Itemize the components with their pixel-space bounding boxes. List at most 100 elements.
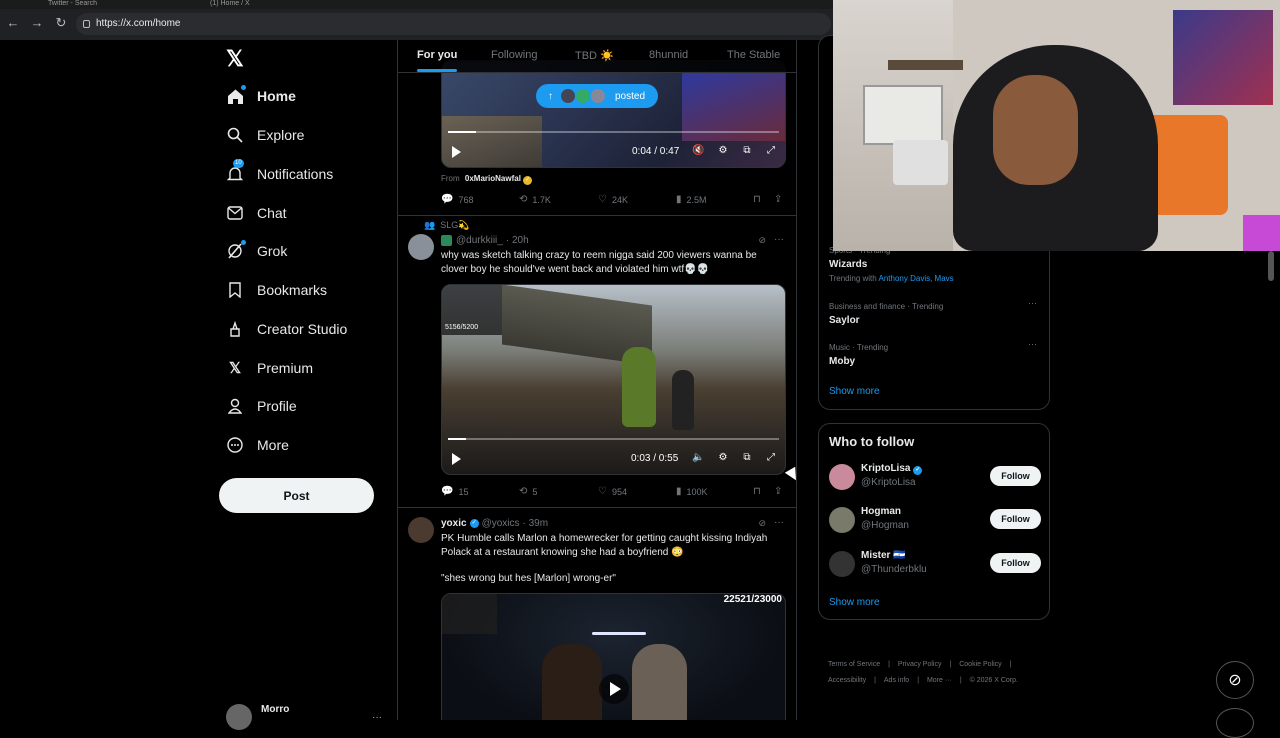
trend-item[interactable]: Music · Trending Moby — [829, 343, 888, 367]
avatar[interactable] — [408, 517, 434, 543]
nav-chat[interactable]: Chat — [226, 200, 287, 226]
url-text: https://x.com/home — [96, 18, 181, 29]
account-more-icon[interactable]: ··· — [372, 712, 382, 723]
pip-icon[interactable]: ⧉ — [741, 145, 753, 157]
tweet-author-name[interactable]: yoxic — [441, 518, 467, 529]
nav-profile[interactable]: Profile — [226, 393, 297, 419]
tweet-header: yoxic ✓ @yoxics · 39m — [441, 518, 548, 529]
nav-creator-studio[interactable]: Creator Studio — [226, 316, 347, 342]
forward-icon[interactable]: → — [29, 15, 45, 31]
nav-label-home: Home — [257, 88, 296, 104]
repost-count: 1.7K — [532, 194, 551, 205]
tab-following[interactable]: Following — [491, 49, 537, 61]
more-icon[interactable]: ··· — [774, 517, 784, 528]
follow-suggestion[interactable]: Hogman @Hogman Follow — [829, 506, 1041, 536]
messages-fab[interactable] — [1216, 708, 1254, 738]
share-icon[interactable]: ⇪ — [774, 486, 782, 497]
footer-link[interactable]: More ··· — [927, 677, 952, 684]
views-icon: ▮ — [676, 486, 682, 497]
trend-more-icon[interactable]: ··· — [1028, 298, 1037, 308]
fullscreen-icon[interactable]: ⤢ — [765, 452, 777, 464]
settings-icon[interactable]: ⚙ — [717, 145, 729, 157]
post-button[interactable]: Post — [219, 478, 374, 513]
account-switcher[interactable]: Morro — [226, 704, 289, 730]
trend-with-link[interactable]: Anthony Davis, Mavs — [879, 274, 954, 283]
tweet-video[interactable]: 5156/5200 0:03 / 0:55 🔈 ⚙ ⧉ ⤢ — [441, 284, 786, 475]
footer-link[interactable]: Cookie Policy — [959, 661, 1001, 668]
show-more-link[interactable]: Show more — [829, 597, 880, 608]
follow-button[interactable]: Follow — [990, 509, 1041, 529]
tab-tbd[interactable]: TBD ☀️ — [575, 49, 614, 62]
reload-icon[interactable]: ↻ — [53, 15, 69, 31]
repost-button[interactable]: ⟲ 1.7K — [519, 194, 551, 205]
stream-overlay — [442, 594, 497, 634]
grok-icon[interactable]: ⊘ — [758, 235, 766, 246]
play-icon[interactable] — [452, 453, 461, 465]
follow-suggestion[interactable]: KriptoLisa ✓ @KriptoLisa Follow — [829, 463, 1041, 493]
views-button[interactable]: ▮ 2.5M — [676, 194, 707, 205]
volume-icon[interactable]: 🔈 — [692, 452, 704, 464]
play-icon — [610, 682, 621, 696]
avatar[interactable] — [408, 234, 434, 260]
bookmark-icon[interactable]: ⊓ — [753, 194, 761, 205]
show-more-link[interactable]: Show more — [829, 386, 880, 397]
tweet-handle[interactable]: @durkkiii_ — [456, 235, 503, 246]
follow-button[interactable]: Follow — [990, 553, 1041, 573]
tweet-handle[interactable]: @yoxics — [482, 518, 520, 529]
footer-link[interactable]: Terms of Service — [828, 661, 880, 668]
follow-suggestion[interactable]: Mister 🇸🇻 @Thunderbklu Follow — [829, 550, 1041, 580]
settings-icon[interactable]: ⚙ — [717, 452, 729, 464]
trend-more-icon[interactable]: ··· — [1028, 339, 1037, 349]
tab-8hunnid[interactable]: 8hunnid — [649, 49, 688, 61]
mute-icon[interactable]: 🔇 — [692, 145, 704, 157]
repost-button[interactable]: ⟲ 5 — [519, 486, 537, 497]
nav-label-explore: Explore — [257, 127, 305, 143]
nav-explore[interactable]: Explore — [226, 122, 304, 148]
more-icon[interactable]: ··· — [774, 234, 784, 245]
attribution-name[interactable]: 0xMarioNawfal — [465, 174, 521, 183]
pip-icon[interactable]: ⧉ — [741, 452, 753, 464]
follow-button[interactable]: Follow — [990, 466, 1041, 486]
nav-bookmarks[interactable]: Bookmarks — [226, 277, 327, 303]
address-bar[interactable]: https://x.com/home — [76, 13, 831, 35]
browser-tab-active[interactable]: (1) Home / X — [210, 0, 340, 9]
fullscreen-icon[interactable]: ⤢ — [765, 145, 777, 157]
nav-premium[interactable]: 𝕏 Premium — [226, 355, 313, 381]
copyright: © 2026 X Corp. — [969, 677, 1018, 684]
tweet-actions: 💬 768 ⟲ 1.7K ♡ 24K ▮ 2.5M ⊓ ⇪ — [441, 194, 786, 208]
tab-for-you[interactable]: For you — [417, 49, 458, 72]
tweet-video[interactable]: 22521/23000 — [441, 593, 786, 720]
tweet-video[interactable]: 0:04 / 0:47 🔇 ⚙ ⧉ ⤢ — [441, 60, 786, 168]
x-logo-icon[interactable]: 𝕏 — [226, 46, 244, 72]
video-progress[interactable] — [448, 438, 779, 440]
trend-item[interactable]: Sports · Trending Wizards Trending with … — [829, 246, 954, 283]
like-button[interactable]: ♡ 954 — [598, 486, 627, 497]
tab-the-stable[interactable]: The Stable — [727, 49, 780, 61]
views-button[interactable]: ▮ 100K — [676, 486, 708, 497]
trend-item[interactable]: Business and finance · Trending Saylor — [829, 302, 943, 326]
social-context: 👥 SLG💫 — [424, 220, 469, 231]
play-button[interactable] — [599, 674, 629, 704]
like-button[interactable]: ♡ 24K — [598, 194, 628, 205]
browser-tab[interactable]: Twitter - Search — [48, 0, 178, 9]
back-icon[interactable]: ← — [5, 15, 21, 31]
pill-avatar — [591, 89, 605, 103]
video-progress[interactable] — [448, 131, 779, 133]
nav-home[interactable]: Home — [226, 83, 296, 109]
reply-button[interactable]: 💬 15 — [441, 486, 468, 497]
nav-notifications[interactable]: 10 Notifications — [226, 159, 333, 187]
new-posts-pill[interactable]: ↑ posted — [536, 84, 658, 108]
bookmark-icon[interactable]: ⊓ — [753, 486, 761, 497]
nav-more[interactable]: More — [226, 432, 289, 458]
footer-link[interactable]: Privacy Policy — [898, 661, 942, 668]
scrollbar[interactable] — [1268, 251, 1274, 281]
share-icon[interactable]: ⇪ — [774, 194, 782, 205]
grok-fab-icon[interactable]: ⊘ — [1216, 661, 1254, 699]
grok-icon[interactable]: ⊘ — [758, 518, 766, 529]
footer-link[interactable]: Ads info — [884, 677, 909, 684]
reply-button[interactable]: 💬 768 — [441, 194, 473, 205]
pill-avatar — [561, 89, 575, 103]
nav-grok[interactable]: Grok — [226, 238, 287, 264]
footer-link[interactable]: Accessibility — [828, 677, 866, 684]
play-icon[interactable] — [452, 146, 461, 158]
